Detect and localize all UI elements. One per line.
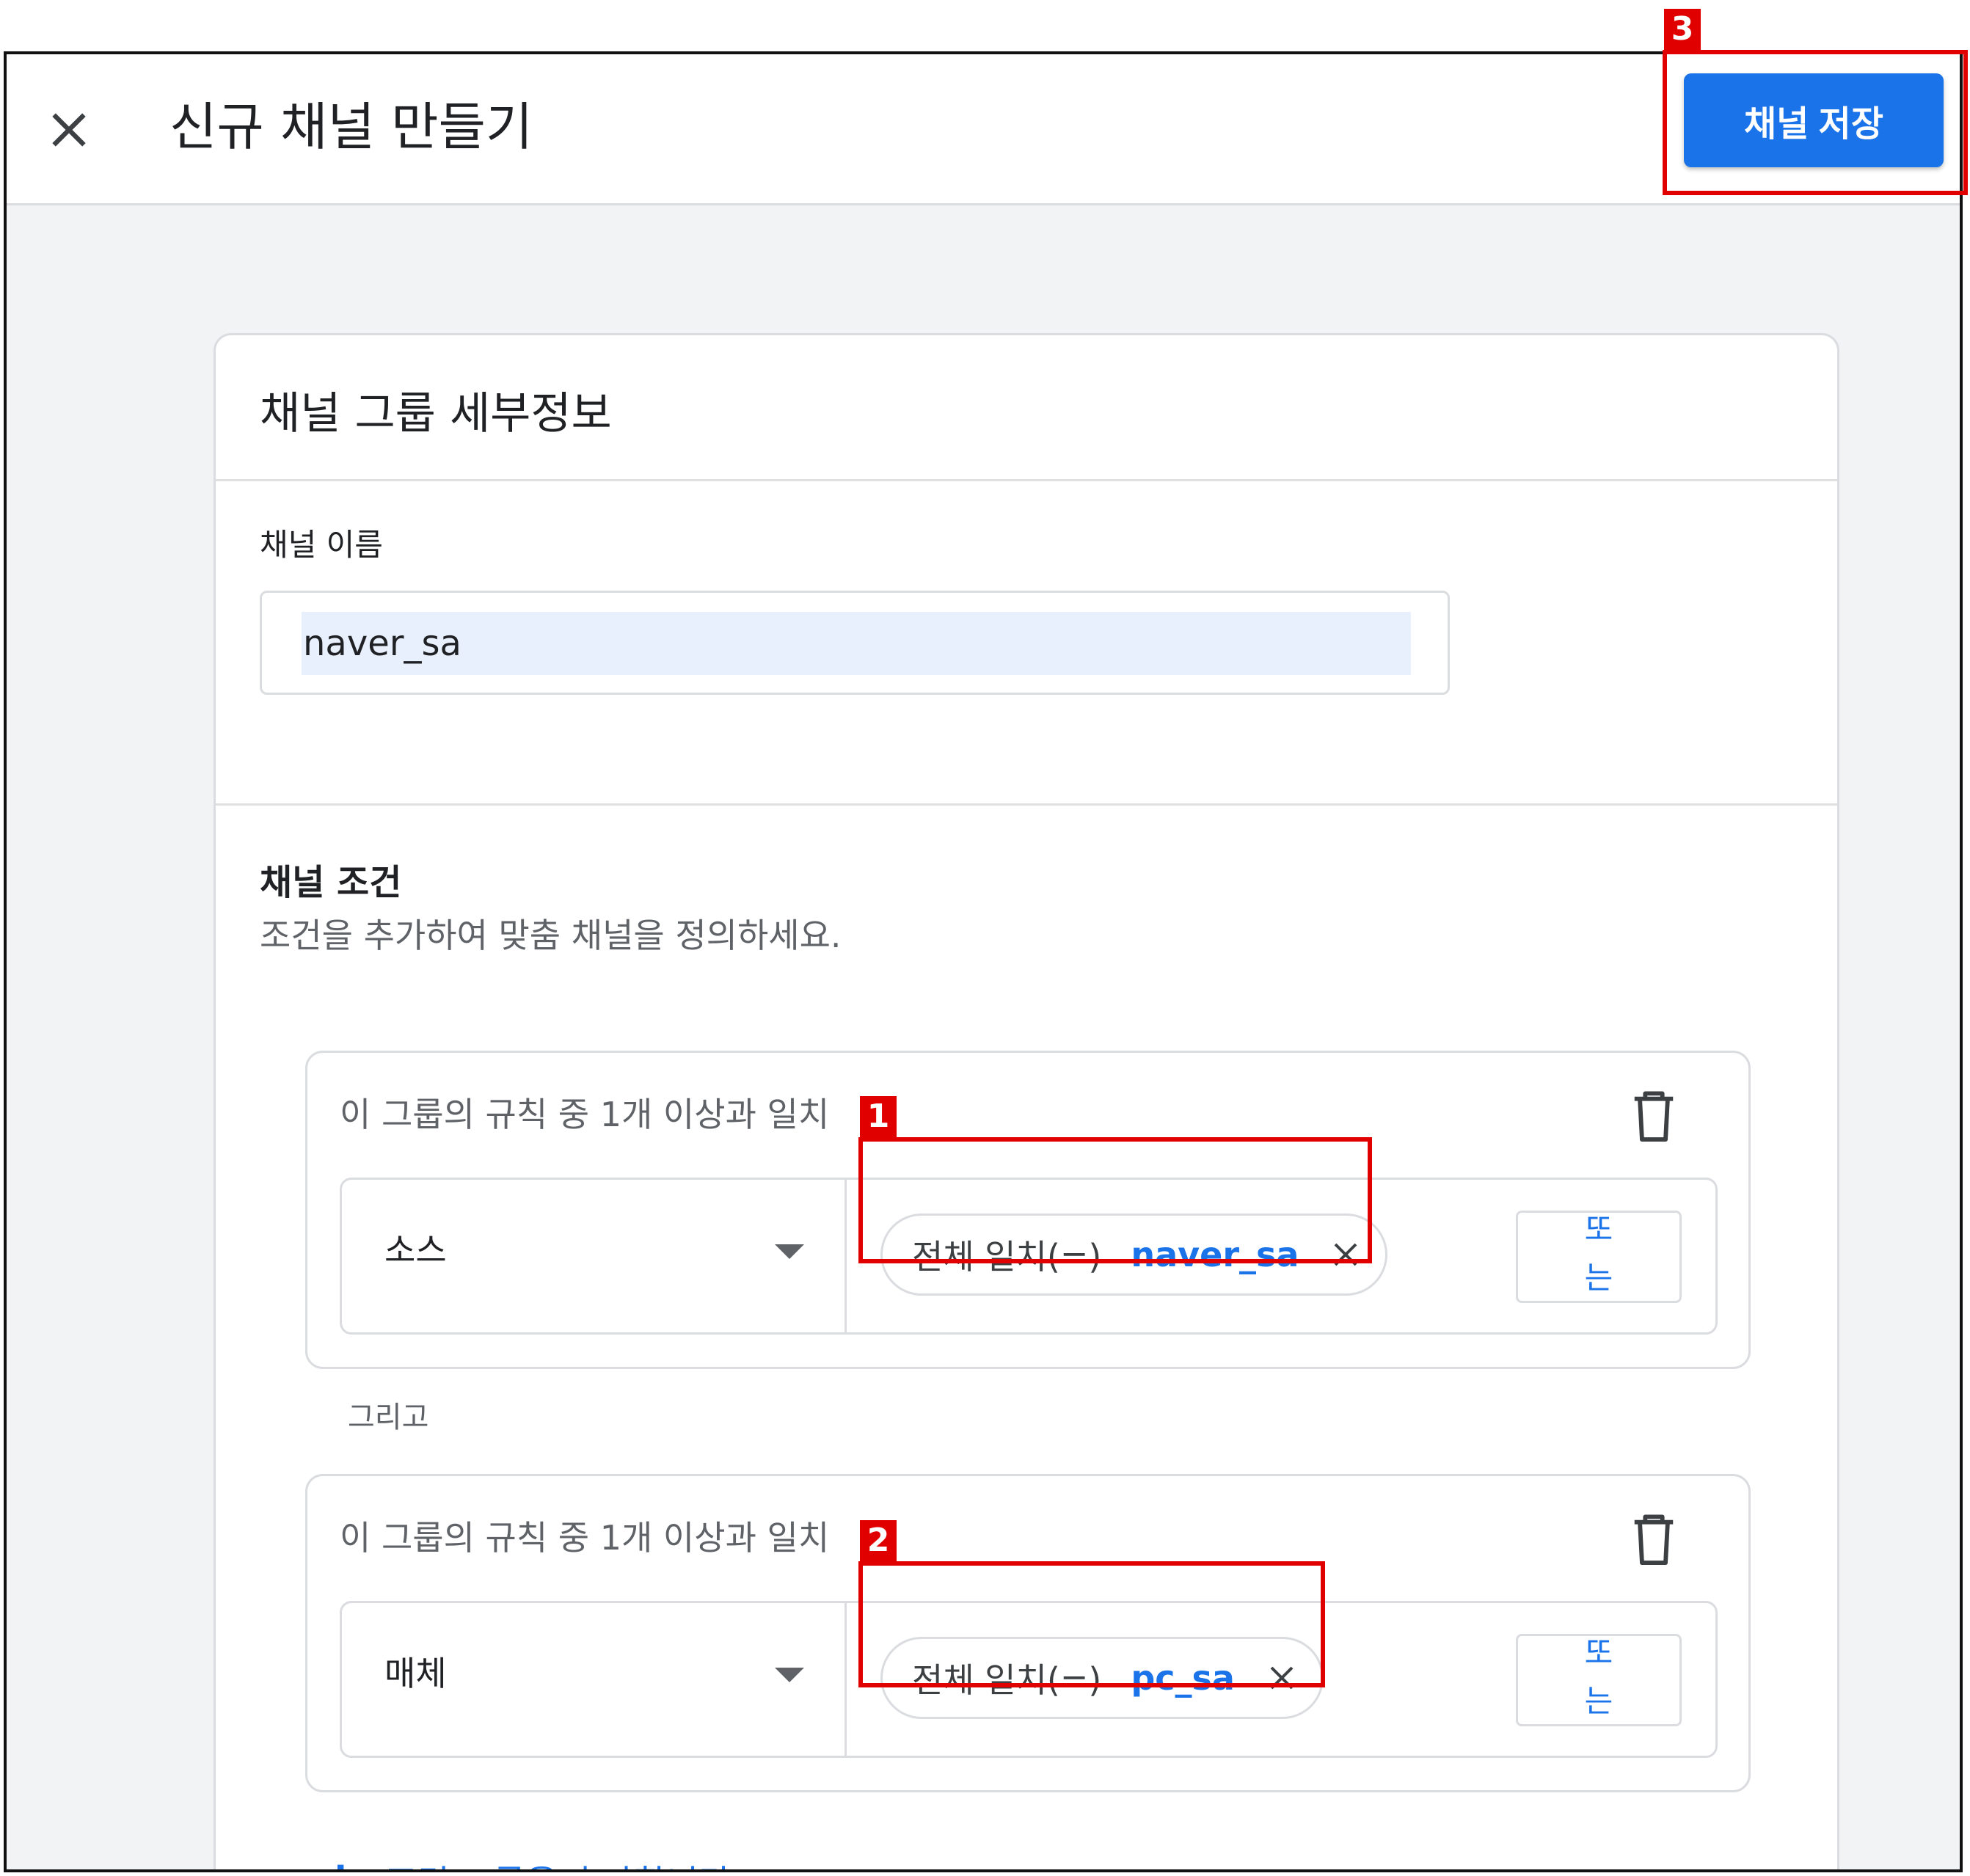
divider xyxy=(216,479,1837,481)
or-button-label: 또는 xyxy=(1584,1211,1613,1296)
add-condition-group-button[interactable]: + 조건 그룹을 추가합니다. xyxy=(318,1853,743,1869)
plus-icon: + xyxy=(318,1853,362,1869)
or-button[interactable]: 또는 xyxy=(1516,1211,1682,1303)
page-title: 신규 채널 만들기 xyxy=(169,97,533,157)
dropdown-arrow-icon xyxy=(775,1244,804,1259)
divider xyxy=(216,803,1837,806)
dimension-label: 매체 xyxy=(384,1654,447,1693)
group-title: 이 그룹의 규칙 중 1개 이상과 일치 xyxy=(340,1095,830,1134)
group-title: 이 그룹의 규칙 중 1개 이상과 일치 xyxy=(340,1518,830,1558)
channel-name-label: 채널 이름 xyxy=(260,527,383,563)
delete-group-icon[interactable] xyxy=(1628,1088,1679,1144)
conditions-description: 조건을 추가하여 맞춤 채널을 정의하세요. xyxy=(260,916,842,955)
channel-name-value: naver_sa xyxy=(303,623,462,664)
delete-group-icon[interactable] xyxy=(1628,1511,1679,1567)
conditions-title: 채널 조건 xyxy=(260,862,402,903)
dropdown-arrow-icon xyxy=(775,1668,804,1682)
annotation-badge-1: 1 xyxy=(860,1096,897,1137)
dimension-select[interactable]: 소스 xyxy=(342,1180,847,1332)
annotation-box-1 xyxy=(858,1137,1372,1263)
dimension-label: 소스 xyxy=(384,1230,447,1270)
or-button[interactable]: 또는 xyxy=(1516,1634,1682,1726)
card-title: 채널 그룹 세부정보 xyxy=(260,388,612,439)
annotation-box-3 xyxy=(1663,50,1968,195)
add-group-label: 조건 그룹을 추가합니다. xyxy=(384,1854,742,1869)
annotation-box-2 xyxy=(858,1561,1325,1687)
channel-name-input[interactable]: naver_sa xyxy=(260,591,1450,695)
or-button-label: 또는 xyxy=(1584,1635,1613,1719)
annotation-badge-2: 2 xyxy=(860,1520,897,1561)
dimension-select[interactable]: 매체 xyxy=(342,1603,847,1756)
close-icon[interactable] xyxy=(43,104,95,156)
annotation-badge-3: 3 xyxy=(1664,9,1701,50)
text-selection xyxy=(302,612,1411,675)
and-label: 그리고 xyxy=(348,1401,429,1434)
